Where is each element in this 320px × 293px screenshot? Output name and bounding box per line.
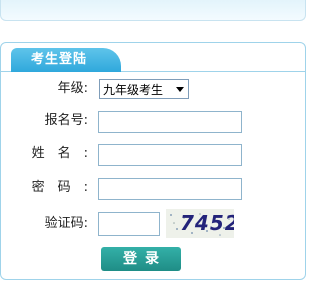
captcha-image[interactable]: 7452 [166,209,234,238]
chevron-down-icon [176,87,184,92]
reg-number-label: 报名号: [44,113,88,128]
grade-select[interactable]: 九年级考生 [99,79,189,99]
panel-tab-title: 考生登陆 [11,48,121,72]
captcha-label: 验证码: [44,216,88,231]
top-panel [0,0,306,21]
captcha-input[interactable] [98,212,160,236]
name-input[interactable] [98,144,242,166]
login-button[interactable]: 登录 [101,247,181,271]
name-label: 姓名: [31,146,101,161]
captcha-text: 7452 [180,211,234,235]
password-label: 密码: [31,180,101,195]
password-input[interactable] [98,178,242,200]
grade-label: 年级: [57,81,88,96]
reg-number-input[interactable] [98,111,242,133]
grade-select-value: 九年级考生 [103,83,164,97]
